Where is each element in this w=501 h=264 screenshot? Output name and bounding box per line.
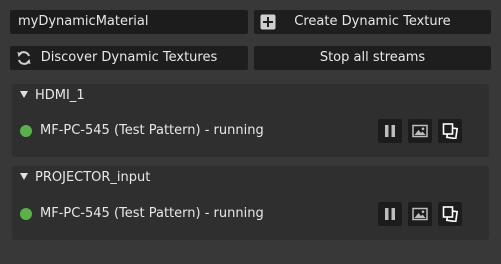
stream-panel-header[interactable]: HDMI_1 [20,88,85,104]
stream-name: PROJECTOR_input [35,170,151,185]
status-dot-icon [20,208,32,220]
stream-panel-header[interactable]: PROJECTOR_input [20,170,150,186]
discover-dynamic-textures-label: Discover Dynamic Textures [40,50,218,65]
preview-image-button[interactable] [408,119,432,143]
stream-source-label: MF-PC-545 (Test Pattern) - running [40,206,264,221]
material-name-input[interactable]: myDynamicMaterial [10,10,248,34]
plus-square-icon [260,14,276,30]
refresh-icon [17,51,31,65]
stop-all-streams-button[interactable]: Stop all streams [254,46,491,70]
pause-button[interactable] [378,202,402,226]
create-dynamic-texture-button[interactable]: Create Dynamic Texture [254,10,491,34]
copy-button[interactable] [438,202,462,226]
stream-panel-hdmi-1: HDMI_1 MF-PC-545 (Test Pattern) - runnin… [12,84,489,157]
create-dynamic-texture-label: Create Dynamic Texture [294,14,451,29]
collapse-triangle-icon[interactable] [20,173,28,180]
stream-source-label: MF-PC-545 (Test Pattern) - running [40,123,264,138]
copy-button[interactable] [438,119,462,143]
collapse-triangle-icon[interactable] [20,91,28,98]
discover-dynamic-textures-button[interactable]: Discover Dynamic Textures [10,46,248,70]
pause-icon [385,125,395,137]
stream-panel-projector-input: PROJECTOR_input MF-PC-545 (Test Pattern)… [12,166,489,240]
image-icon [412,207,428,221]
image-icon [412,124,428,138]
copy-icon [442,123,458,139]
preview-image-button[interactable] [408,202,432,226]
stream-name: HDMI_1 [35,88,85,103]
pause-button[interactable] [378,119,402,143]
copy-icon [442,206,458,222]
stop-all-streams-label: Stop all streams [319,50,426,65]
status-dot-icon [20,125,32,137]
pause-icon [385,208,395,220]
